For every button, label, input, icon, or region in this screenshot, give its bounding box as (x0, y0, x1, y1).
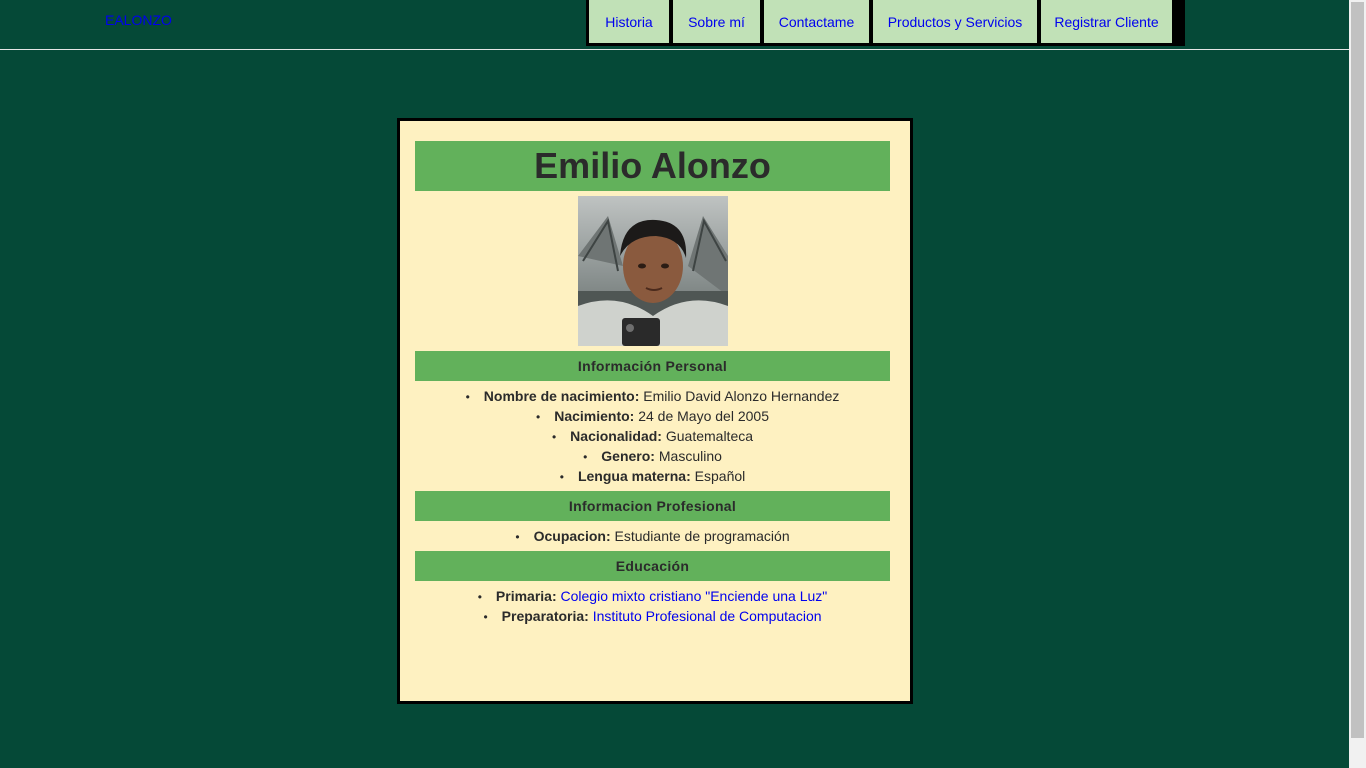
page: EALONZO Historia Sobre mí Contactame Pro… (0, 0, 1366, 768)
profile-name: Emilio Alonzo (534, 145, 771, 186)
professional-info-list: • Ocupacion: Estudiante de programación (415, 526, 890, 546)
list-item: • Ocupacion: Estudiante de programación (515, 528, 790, 544)
list-item: • Lengua materna: Español (559, 468, 746, 484)
section-header-personal: Información Personal (415, 351, 890, 381)
profile-title-bar: Emilio Alonzo (415, 141, 890, 191)
nav-item-historia[interactable]: Historia (589, 0, 669, 43)
item-value: Estudiante de programación (614, 528, 790, 544)
list-item: • Preparatoria: Instituto Profesional de … (483, 608, 822, 624)
item-label: Genero: (601, 448, 655, 464)
main-nav: Historia Sobre mí Contactame Productos y… (586, 0, 1185, 46)
nav-item-contactame[interactable]: Contactame (764, 0, 869, 43)
vertical-scrollbar[interactable] (1349, 0, 1366, 768)
item-label: Lengua materna: (577, 468, 691, 484)
section-header-professional: Informacion Profesional (415, 491, 890, 521)
item-label: Nacionalidad: (570, 428, 662, 444)
item-label: Preparatoria: (501, 608, 589, 624)
item-value: 24 de Mayo del 2005 (638, 408, 769, 424)
item-value: Emilio David Alonzo Hernandez (643, 388, 840, 404)
item-label: Ocupacion: (533, 528, 611, 544)
list-item: • Nacimiento: 24 de Mayo del 2005 (536, 408, 769, 424)
item-label: Nombre de nacimiento: (483, 388, 640, 404)
education-list: • Primaria: Colegio mixto cristiano "Enci… (415, 586, 890, 626)
school-link-preparatoria[interactable]: Instituto Profesional de Computacion (593, 608, 822, 624)
item-value: Español (694, 468, 746, 484)
item-value: Masculino (658, 448, 722, 464)
school-link-primaria[interactable]: Colegio mixto cristiano "Enciende una Lu… (561, 588, 828, 604)
profile-photo (578, 196, 728, 346)
nav-item-productos-servicios[interactable]: Productos y Servicios (873, 0, 1037, 43)
list-item: • Primaria: Colegio mixto cristiano "Enci… (477, 588, 828, 604)
personal-info-list: • Nombre de nacimiento: Emilio David Alon… (415, 386, 890, 486)
list-item: • Genero: Masculino (583, 448, 722, 464)
section-header-education: Educación (415, 551, 890, 581)
item-value: Guatemalteca (665, 428, 754, 444)
scrollbar-thumb[interactable] (1351, 2, 1364, 738)
nav-item-registrar-cliente[interactable]: Registrar Cliente (1041, 0, 1172, 43)
list-item: • Nombre de nacimiento: Emilio David Alon… (465, 388, 840, 404)
profile-card: Emilio Alonzo Información Personal • Nom… (397, 118, 913, 704)
item-label: Nacimiento: (554, 408, 635, 424)
top-navigation-bar: EALONZO Historia Sobre mí Contactame Pro… (0, 0, 1349, 50)
profile-photo-image (578, 196, 728, 346)
nav-item-sobre-mi[interactable]: Sobre mí (673, 0, 760, 43)
item-label: Primaria: (495, 588, 557, 604)
list-item: • Nacionalidad: Guatemalteca (551, 428, 754, 444)
brand-link[interactable]: EALONZO (105, 12, 172, 28)
